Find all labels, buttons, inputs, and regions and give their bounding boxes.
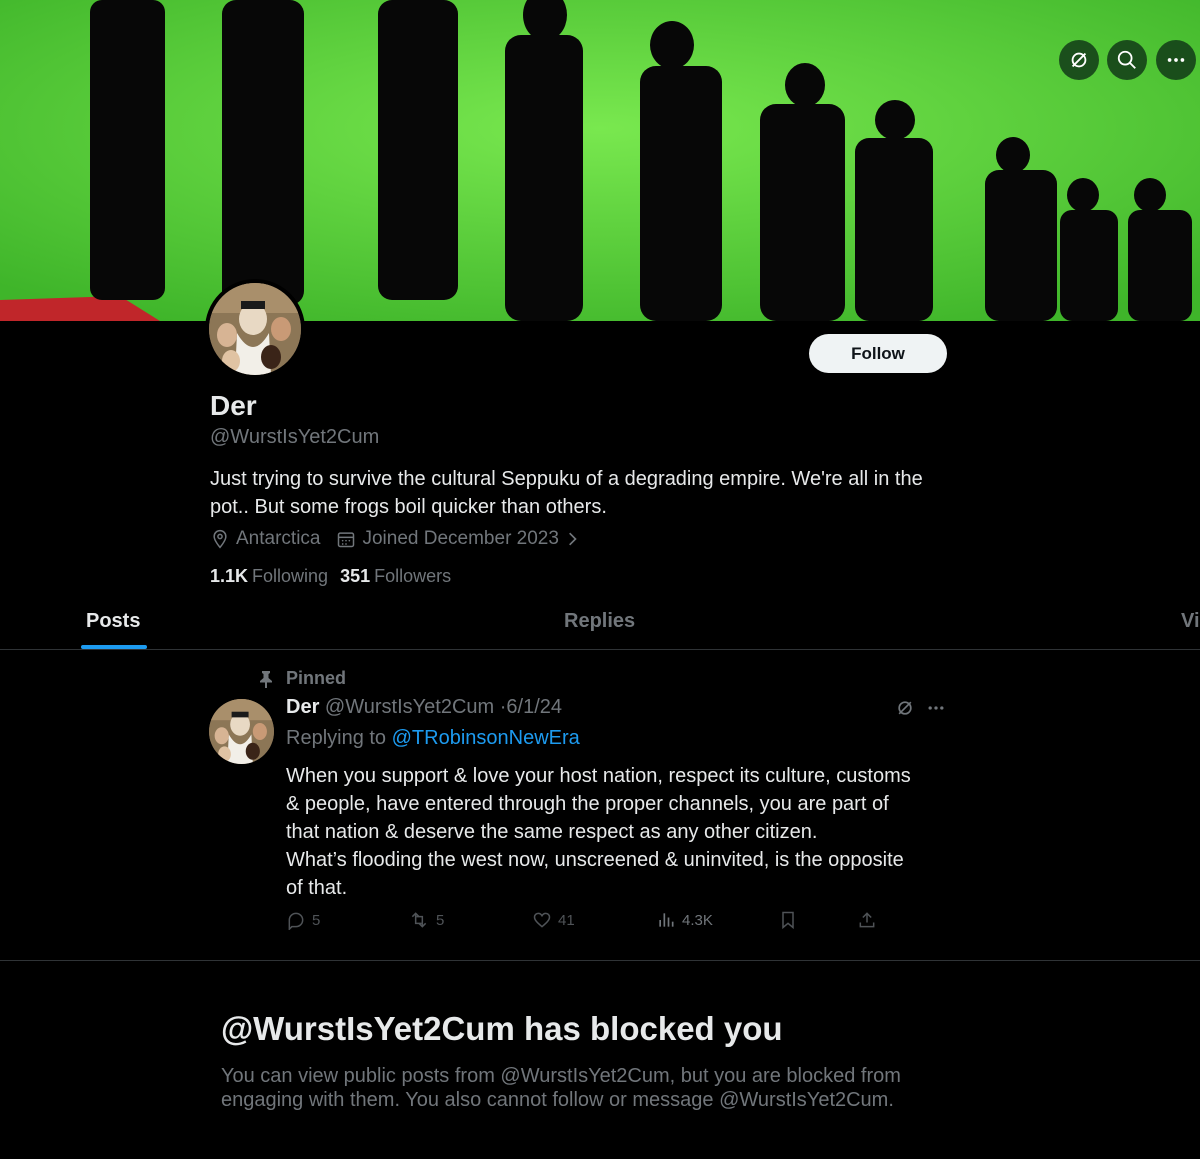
tab-posts[interactable]: Posts xyxy=(86,610,140,633)
pinned-indicator: Pinned xyxy=(258,668,346,689)
post-grok-button[interactable] xyxy=(895,698,915,723)
repost-count: 5 xyxy=(436,911,445,929)
active-tab-indicator xyxy=(81,645,147,649)
profile-avatar[interactable] xyxy=(205,279,305,379)
post-more-button[interactable] xyxy=(926,698,946,723)
location-item: Antarctica xyxy=(210,528,320,550)
views-icon xyxy=(659,913,674,927)
post-text-line: When you support & love your host nation… xyxy=(286,765,911,787)
more-icon xyxy=(1167,58,1185,62)
pin-icon xyxy=(260,670,272,688)
share-button[interactable] xyxy=(857,910,883,930)
followers-count: 351 xyxy=(340,566,371,586)
following-count: 1.1K xyxy=(210,566,249,586)
reply-icon xyxy=(288,912,304,930)
post-text-line: of that. xyxy=(286,877,348,899)
joined-item[interactable]: Joined December 2023 xyxy=(336,528,586,550)
grok-button[interactable] xyxy=(1059,40,1099,80)
post-header: Der @WurstIsYet2Cum ·6/1/24 xyxy=(286,696,562,719)
joined-text: Joined December 2023 xyxy=(362,528,559,549)
replying-to-link[interactable]: @TRobinsonNewEra xyxy=(392,727,580,749)
following-label: Following xyxy=(252,566,329,586)
more-button[interactable] xyxy=(1156,40,1196,80)
calendar-icon xyxy=(338,532,355,548)
follow-button[interactable]: Follow xyxy=(809,334,947,373)
more-icon xyxy=(928,706,944,710)
profile-meta: Antarctica Joined December 2023 xyxy=(210,528,603,550)
post-avatar[interactable] xyxy=(209,699,274,764)
following-link[interactable]: 1.1K Following xyxy=(210,566,328,587)
replying-prefix: Replying to xyxy=(286,727,387,749)
post-text: When you support & love your host nation… xyxy=(286,762,966,902)
bookmark-icon xyxy=(782,911,794,930)
reply-count: 5 xyxy=(312,911,321,929)
post-date[interactable]: 6/1/24 xyxy=(506,696,562,718)
reply-button[interactable]: 5 xyxy=(286,910,320,930)
profile-bio: Just trying to survive the cultural Sepp… xyxy=(210,468,923,518)
replying-to: Replying to @TRobinsonNewEra xyxy=(286,727,580,750)
grok-icon xyxy=(898,701,912,715)
profile-banner[interactable] xyxy=(0,0,1200,321)
avatar-image xyxy=(209,283,301,375)
chevron-right-icon xyxy=(569,532,577,546)
grok-icon xyxy=(1071,52,1087,68)
follow-counts: 1.1K Following 351 Followers xyxy=(210,566,463,587)
post-author-handle[interactable]: @WurstIsYet2Cum xyxy=(325,696,494,718)
location-text: Antarctica xyxy=(236,528,321,549)
blocked-title: @WurstIsYet2Cum has blocked you xyxy=(221,1010,783,1047)
repost-icon xyxy=(411,912,427,928)
search-icon xyxy=(1117,50,1136,69)
post-actions: 5 5 41 4.3K xyxy=(286,910,886,934)
tab-replies[interactable]: Replies xyxy=(564,610,635,633)
tab-videos[interactable]: Vi xyxy=(1181,610,1200,633)
bookmark-button[interactable] xyxy=(778,910,804,930)
repost-button[interactable]: 5 xyxy=(408,910,444,930)
pinned-label: Pinned xyxy=(286,668,347,688)
views-button[interactable]: 4.3K xyxy=(656,910,713,930)
share-icon xyxy=(859,912,875,928)
profile-handle: @WurstIsYet2Cum xyxy=(210,426,380,448)
heart-icon xyxy=(533,912,551,928)
section-divider xyxy=(0,960,1200,961)
post-text-line: What’s flooding the west now, unscreened… xyxy=(286,849,904,871)
like-count: 41 xyxy=(558,911,575,929)
followers-label: Followers xyxy=(374,566,452,586)
post-author-name[interactable]: Der xyxy=(286,696,319,718)
views-count: 4.3K xyxy=(682,911,713,929)
followers-link[interactable]: 351 Followers xyxy=(340,566,451,587)
post-text-line: that nation & deserve the same respect a… xyxy=(286,821,818,843)
post-text-line: & people, have entered through the prope… xyxy=(286,793,889,815)
avatar-image xyxy=(209,699,274,764)
location-icon xyxy=(213,529,227,549)
banner-image xyxy=(0,0,1200,321)
profile-display-name: Der xyxy=(210,390,257,421)
like-button[interactable]: 41 xyxy=(532,910,575,930)
profile-tabs: Posts Replies Vi xyxy=(0,598,1200,650)
blocked-description: You can view public posts from @WurstIsY… xyxy=(221,1065,901,1111)
search-button[interactable] xyxy=(1107,40,1147,80)
